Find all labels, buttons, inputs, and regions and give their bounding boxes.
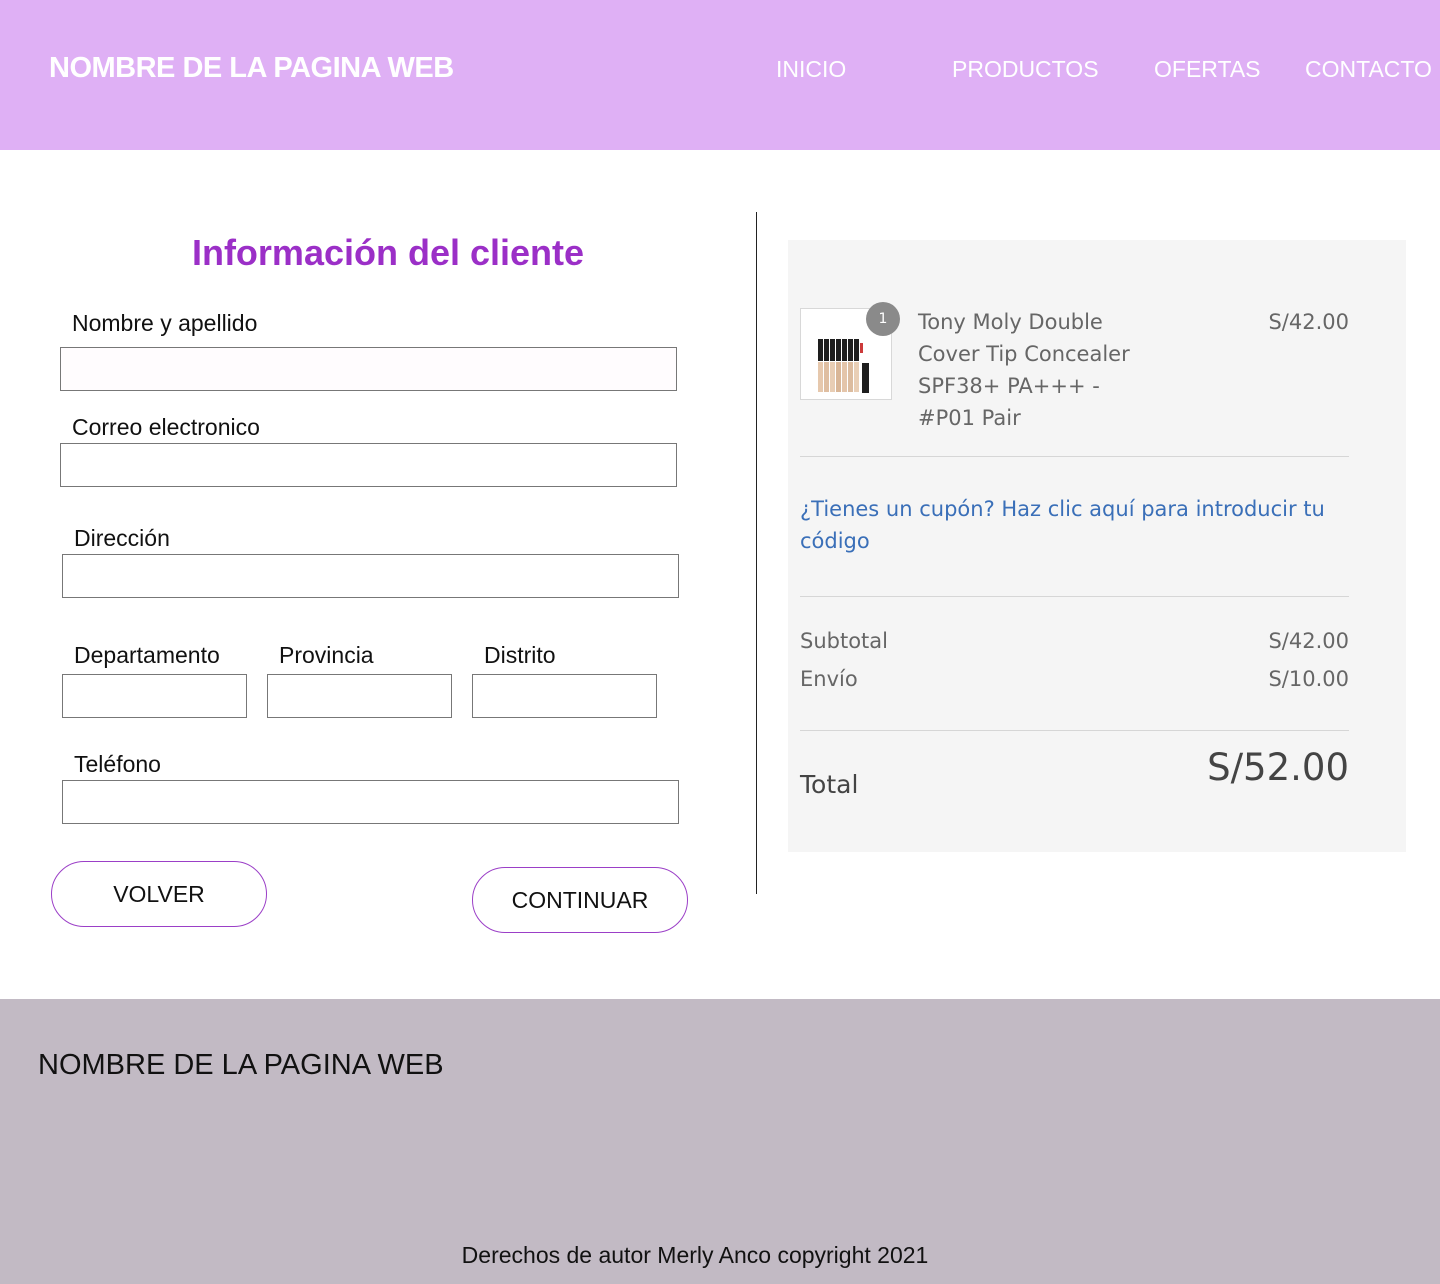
total-value: S/52.00 [1207,746,1349,789]
footer-brand: NOMBRE DE LA PAGINA WEB [38,1049,444,1081]
telefono-label: Teléfono [74,751,161,777]
site-brand[interactable]: NOMBRE DE LA PAGINA WEB [49,52,454,85]
section-divider [756,212,757,894]
quantity-badge: 1 [866,302,900,336]
summary-divider [800,596,1349,597]
shipping-label: Envío [800,667,858,691]
nav-link-contacto[interactable]: CONTACTO [1305,56,1432,83]
nav-link-inicio[interactable]: INICIO [776,56,846,83]
site-footer: NOMBRE DE LA PAGINA WEB Derechos de auto… [0,999,1440,1284]
correo-input[interactable] [60,443,677,487]
nav-link-ofertas[interactable]: OFERTAS [1154,56,1261,83]
nombre-input[interactable] [60,347,677,391]
provincia-label: Provincia [279,642,374,668]
form-title: Información del cliente [191,232,585,273]
departamento-input[interactable] [62,674,247,718]
product-name: Tony Moly Double Cover Tip Concealer SPF… [918,310,1130,430]
shipping-value: S/10.00 [1268,667,1349,691]
footer-copyright: Derechos de autor Merly Anco copyright 2… [461,1242,929,1268]
direccion-label: Dirección [74,525,170,551]
site-header: NOMBRE DE LA PAGINA WEB INICIO PRODUCTOS… [0,0,1440,150]
subtotal-value: S/42.00 [1268,629,1349,653]
provincia-input[interactable] [267,674,452,718]
direccion-input[interactable] [62,554,679,598]
correo-label: Correo electronico [72,414,260,440]
continue-button[interactable]: CONTINUAR [472,867,688,933]
summary-divider [800,456,1349,457]
back-button[interactable]: VOLVER [51,861,267,927]
order-summary: 1 Tony Moly Double Cover Tip Concealer S… [788,240,1406,852]
distrito-label: Distrito [484,642,556,668]
telefono-input[interactable] [62,780,679,824]
distrito-input[interactable] [472,674,657,718]
summary-divider [800,730,1349,731]
nombre-label: Nombre y apellido [72,310,258,336]
product-price: S/42.00 [1268,310,1349,334]
coupon-link[interactable]: ¿Tienes un cupón? Haz clic aquí para int… [800,493,1340,557]
subtotal-label: Subtotal [800,629,888,653]
total-label: Total [800,770,859,799]
nav-link-productos[interactable]: PRODUCTOS [952,56,1099,83]
departamento-label: Departamento [74,642,220,668]
